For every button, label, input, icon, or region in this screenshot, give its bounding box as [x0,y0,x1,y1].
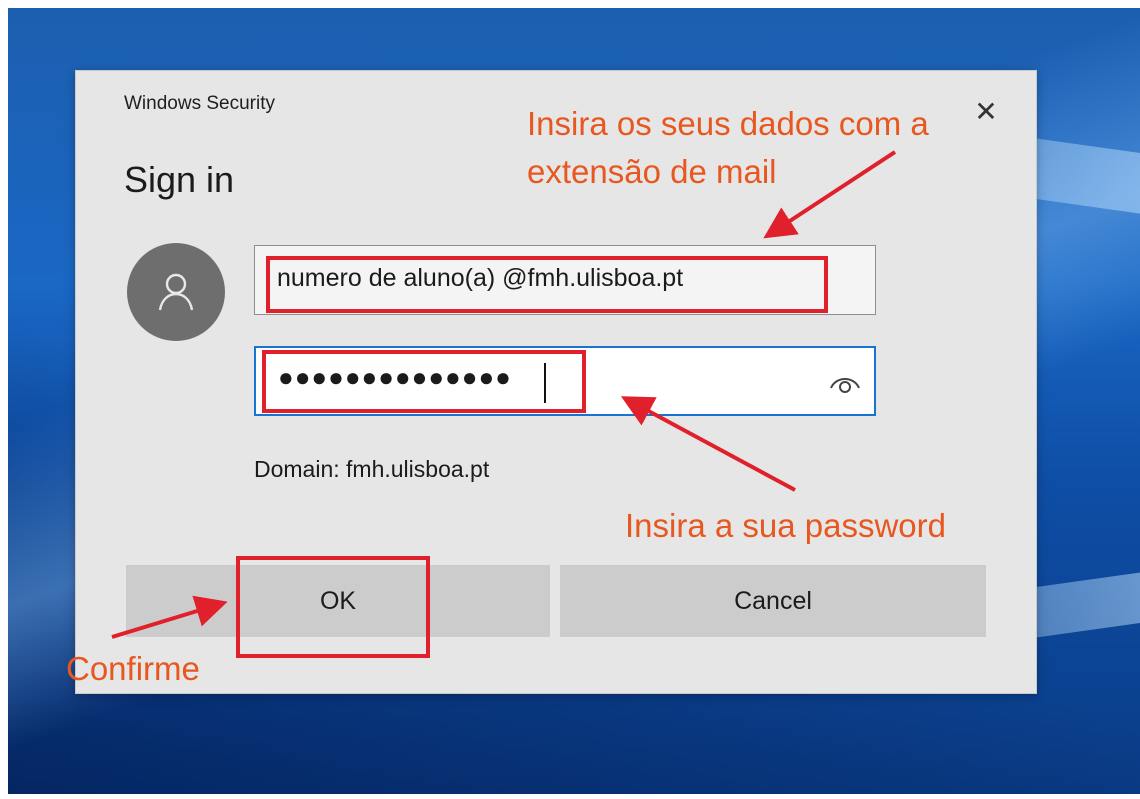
confirm-annotation: Confirme [66,650,200,687]
username-highlight-box [266,256,828,313]
dialog-title: Windows Security [124,93,275,114]
domain-label: Domain: fmh.ulisboa.pt [254,456,490,482]
eye-icon[interactable] [828,368,862,396]
password-annotation: Insira a sua password [625,507,946,544]
credentials-annotation: Insira os seus dados com a extensão de m… [527,105,929,190]
user-icon [158,273,194,311]
avatar [127,243,225,341]
ok-highlight-box [236,556,430,658]
cancel-button-label: Cancel [734,586,812,615]
sign-in-heading: Sign in [124,159,235,200]
cancel-button[interactable]: Cancel [560,565,986,637]
password-highlight-box [262,350,586,413]
